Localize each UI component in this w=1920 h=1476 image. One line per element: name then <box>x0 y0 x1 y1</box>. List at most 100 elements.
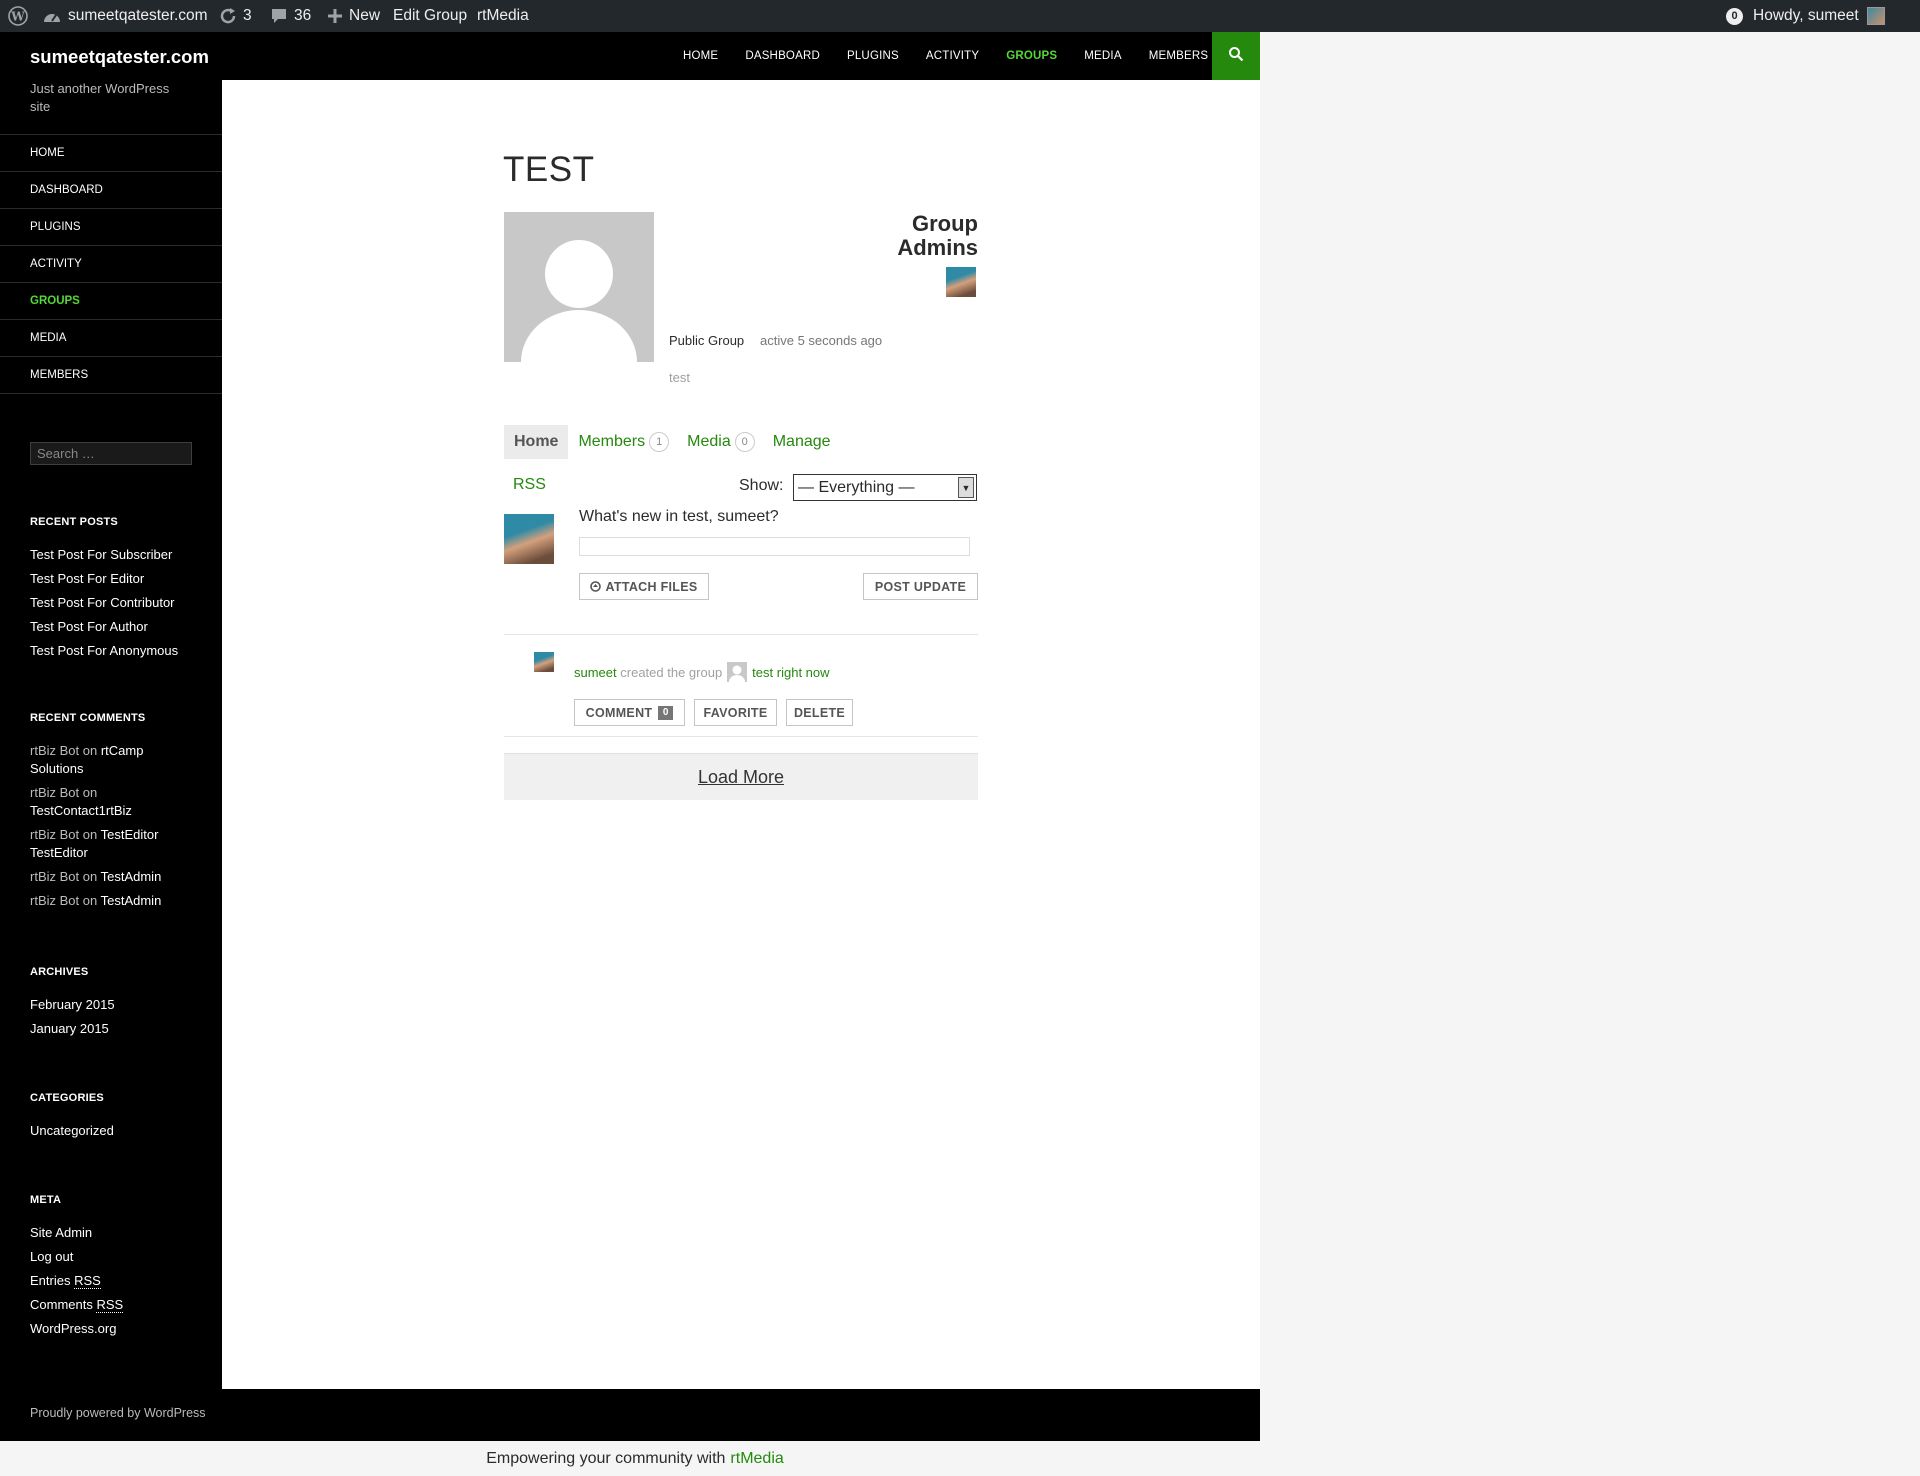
wordpress-logo-icon[interactable]: W <box>8 0 28 32</box>
nav-home[interactable]: HOME <box>683 50 718 62</box>
sidebar-item-groups[interactable]: GROUPS <box>0 283 222 320</box>
recent-post-link[interactable]: Test Post For Author <box>30 618 200 636</box>
nav-plugins[interactable]: PLUGINS <box>847 50 899 62</box>
recent-post-link[interactable]: Test Post For Editor <box>30 570 200 588</box>
members-count-badge: 1 <box>649 432 670 452</box>
divider <box>504 736 978 737</box>
admin-bar-new[interactable]: New <box>327 0 380 32</box>
nav-dashboard[interactable]: DASHBOARD <box>745 50 820 62</box>
delete-button[interactable]: DELETE <box>786 699 853 726</box>
admin-bar-rtmedia[interactable]: rtMedia <box>477 0 529 32</box>
activity-group-link[interactable]: test <box>752 665 773 680</box>
archive-link[interactable]: January 2015 <box>30 1020 200 1038</box>
archive-link[interactable]: February 2015 <box>30 996 200 1014</box>
tab-label: Media <box>687 433 731 450</box>
sidebar-item-media[interactable]: MEDIA <box>0 320 222 357</box>
recent-comment-item: rtBiz Bot on TestEditor TestEditor <box>30 826 200 862</box>
comments-rss-link[interactable]: Comments RSS <box>30 1296 200 1314</box>
rss-abbr: RSS <box>96 1297 124 1313</box>
nav-members[interactable]: MEMBERS <box>1149 50 1209 62</box>
comment-post-link[interactable]: TestAdmin <box>101 869 162 884</box>
sidebar-item-activity[interactable]: ACTIVITY <box>0 246 222 283</box>
admin-avatar[interactable] <box>946 267 976 297</box>
comment-on: on <box>82 827 98 842</box>
load-more-button[interactable]: Load More <box>504 753 978 800</box>
site-title[interactable]: sumeetqatester.com <box>30 46 209 68</box>
admin-bar-account[interactable]: 0 Howdy, sumeet <box>1726 0 1885 32</box>
notifications-count[interactable]: 0 <box>1726 7 1743 25</box>
admin-bar-comments[interactable]: 36 <box>270 0 311 32</box>
rtmedia-link[interactable]: rtMedia <box>730 1450 783 1468</box>
nav-activity[interactable]: ACTIVITY <box>926 50 979 62</box>
recent-post-link[interactable]: Test Post For Anonymous <box>30 642 200 660</box>
sidebar-nav: HOME DASHBOARD PLUGINS ACTIVITY GROUPS M… <box>0 134 222 394</box>
recent-post-link[interactable]: Test Post For Contributor <box>30 594 200 612</box>
tab-manage[interactable]: Manage <box>773 425 831 459</box>
activity-filter-select[interactable]: — Everything — ▼ <box>793 474 977 501</box>
sidebar-item-home[interactable]: HOME <box>0 135 222 172</box>
tab-label: Members <box>578 433 646 450</box>
comment-button[interactable]: COMMENT 0 <box>574 699 685 726</box>
tab-members[interactable]: Members 1 <box>578 425 670 459</box>
admin-bar-site-label: sumeetqatester.com <box>68 7 208 24</box>
log-out-link[interactable]: Log out <box>30 1248 200 1266</box>
howdy-label: Howdy, sumeet <box>1753 7 1859 24</box>
recent-posts-widget: RECENT POSTS Test Post For Subscriber Te… <box>30 516 200 666</box>
load-more-label: Load More <box>697 766 785 787</box>
sidebar-item-dashboard[interactable]: DASHBOARD <box>0 172 222 209</box>
sidebar-item-plugins[interactable]: PLUGINS <box>0 209 222 246</box>
entries-rss-link[interactable]: Entries RSS <box>30 1272 200 1290</box>
attach-files-button[interactable]: ATTACH FILES <box>579 573 709 600</box>
rss-feed-link[interactable]: RSS <box>513 476 546 494</box>
tab-home[interactable]: Home <box>504 425 569 459</box>
favorite-button[interactable]: FAVORITE <box>694 699 777 726</box>
activity-time-link[interactable]: right now <box>777 665 830 680</box>
group-avatar[interactable] <box>504 212 654 362</box>
admin-bar-updates[interactable]: 3 <box>219 0 252 32</box>
post-update-button[interactable]: POST UPDATE <box>863 573 978 600</box>
sidebar-item-members[interactable]: MEMBERS <box>0 357 222 394</box>
wordpress-org-link[interactable]: WordPress.org <box>30 1320 200 1338</box>
admin-bar-edit-group[interactable]: Edit Group <box>393 0 467 32</box>
site-admin-link[interactable]: Site Admin <box>30 1224 200 1242</box>
current-user-avatar[interactable] <box>504 514 554 564</box>
whats-new-textarea[interactable] <box>579 537 970 556</box>
nav-groups[interactable]: GROUPS <box>1006 50 1057 62</box>
admin-bar-avatar <box>1866 7 1885 25</box>
group-description: test <box>669 370 690 385</box>
updates-count: 3 <box>243 7 252 24</box>
comments-label: Comments <box>30 1297 93 1312</box>
search-icon <box>1228 46 1244 67</box>
nav-media[interactable]: MEDIA <box>1084 50 1121 62</box>
search-toggle-button[interactable] <box>1212 32 1260 80</box>
powered-by-link[interactable]: Proudly powered by WordPress <box>30 1406 206 1420</box>
tab-media[interactable]: Media 0 <box>687 425 755 459</box>
comment-post-link[interactable]: TestContact1rtBiz <box>30 803 132 818</box>
comment-post-link[interactable]: TestAdmin <box>101 893 162 908</box>
default-avatar-icon <box>504 212 654 362</box>
comment-on: on <box>82 893 98 908</box>
sidebar-search-input[interactable]: Search … <box>30 442 192 465</box>
admin-bar-site[interactable]: sumeetqatester.com <box>42 0 208 32</box>
activity-user-link[interactable]: sumeet <box>574 665 617 680</box>
sidebar: Just another WordPress site HOME DASHBOA… <box>0 80 222 1389</box>
plus-icon <box>327 8 343 24</box>
media-count-badge: 0 <box>734 432 755 452</box>
group-mini-avatar[interactable] <box>727 662 748 682</box>
recent-post-link[interactable]: Test Post For Subscriber <box>30 546 200 564</box>
category-link[interactable]: Uncategorized <box>30 1122 200 1140</box>
activity-user-avatar[interactable] <box>534 652 554 672</box>
comment-on: on <box>82 785 98 800</box>
page-background <box>1260 32 1920 1476</box>
activity-action: created the group <box>620 664 723 680</box>
filter-selected-value: — Everything — <box>798 478 915 496</box>
comment-bubble-icon <box>270 7 288 25</box>
recent-comments-title: RECENT COMMENTS <box>30 712 146 724</box>
chevron-down-icon: ▼ <box>958 477 974 498</box>
comment-on: on <box>82 869 98 884</box>
recent-comment-item: rtBiz Bot on TestContact1rtBiz <box>30 784 200 820</box>
activity-entry: sumeet created the group test right now <box>574 662 830 682</box>
group-admins-title: Group Admins <box>897 211 978 260</box>
tab-label: Home <box>514 433 559 450</box>
updates-icon <box>219 7 237 25</box>
